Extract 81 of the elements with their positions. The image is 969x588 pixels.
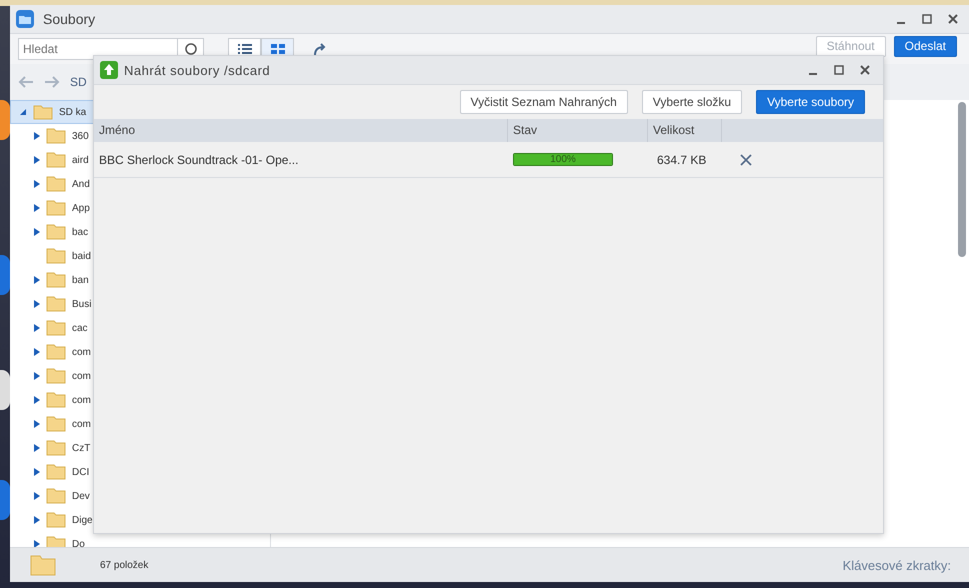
- folder-name[interactable]: 360: [72, 130, 89, 142]
- expand-arrow-icon[interactable]: [34, 204, 40, 212]
- close-icon[interactable]: [859, 64, 871, 76]
- dialog-title: Nahrát soubory /sdcard: [124, 62, 270, 78]
- search-icon: [184, 42, 198, 56]
- list-icon: [238, 44, 252, 54]
- file-size: 634.7 KB: [656, 152, 708, 166]
- progress-bar: 100%: [513, 153, 613, 166]
- expand-arrow-icon[interactable]: [34, 348, 40, 356]
- expand-arrow-icon[interactable]: [34, 516, 40, 524]
- expand-arrow-icon[interactable]: [34, 132, 40, 140]
- dialog-button[interactable]: Vyčistit Seznam Nahraných: [460, 90, 628, 114]
- folder-icon: [46, 152, 66, 168]
- folder-icon: [46, 320, 66, 336]
- folder-name[interactable]: App: [72, 202, 90, 214]
- folder-name[interactable]: Busi: [72, 298, 92, 310]
- expand-arrow-icon[interactable]: [34, 540, 40, 547]
- folder-name[interactable]: com: [72, 370, 91, 382]
- grid-icon: [270, 44, 284, 54]
- item-count: 67 položek: [100, 560, 148, 570]
- folder-icon: [46, 464, 66, 480]
- folder-icon: [46, 176, 66, 192]
- upload-icon: [100, 61, 118, 79]
- expand-arrow-icon[interactable]: [34, 420, 40, 428]
- folder-icon: [46, 512, 66, 528]
- folder-icon: [46, 344, 66, 360]
- file-name: BBC Sherlock Soundtrack -01- Ope...: [98, 152, 300, 166]
- folder-name[interactable]: CzT: [72, 442, 90, 454]
- maximize-icon[interactable]: [921, 13, 933, 25]
- expand-arrow-icon[interactable]: [34, 276, 40, 284]
- folder-name[interactable]: And: [72, 178, 90, 190]
- expand-arrow-icon[interactable]: [34, 444, 40, 452]
- folder-icon: [33, 104, 53, 120]
- window-title: Soubory: [43, 11, 96, 27]
- folder-name[interactable]: com: [72, 394, 91, 406]
- scrollbar[interactable]: [958, 102, 966, 257]
- dialog-button[interactable]: Vyberte složku: [642, 90, 742, 114]
- share-icon[interactable]: [312, 41, 328, 57]
- folder-name[interactable]: aird: [72, 154, 89, 166]
- breadcrumb[interactable]: SD: [70, 75, 87, 89]
- folder-name[interactable]: Do: [72, 538, 85, 547]
- folder-name[interactable]: Dige: [72, 514, 93, 526]
- column-header[interactable]: Stav: [508, 119, 648, 142]
- folder-icon: [46, 488, 66, 504]
- folder-icon: [46, 272, 66, 288]
- collapse-arrow-icon[interactable]: [19, 108, 27, 116]
- folder-icon: [46, 416, 66, 432]
- upload-button[interactable]: Odeslat: [894, 36, 957, 56]
- folder-name[interactable]: bac: [72, 226, 88, 238]
- expand-arrow-icon[interactable]: [34, 492, 40, 500]
- close-icon[interactable]: [947, 13, 959, 25]
- expand-arrow-icon[interactable]: [34, 180, 40, 188]
- expand-arrow-icon[interactable]: [34, 468, 40, 476]
- column-header[interactable]: Velikost: [648, 119, 722, 142]
- folder-icon: [46, 128, 66, 144]
- folder-name[interactable]: DCI: [72, 466, 90, 478]
- dialog-button[interactable]: Vyberte soubory: [756, 90, 865, 114]
- folder-icon: [30, 554, 56, 576]
- remove-icon[interactable]: [740, 154, 752, 166]
- folder-name[interactable]: Dev: [72, 490, 90, 502]
- folder-icon: [46, 440, 66, 456]
- folder-icon: [46, 296, 66, 312]
- expand-arrow-icon[interactable]: [34, 156, 40, 164]
- folder-icon: [46, 392, 66, 408]
- expand-arrow-icon[interactable]: [34, 300, 40, 308]
- expand-arrow-icon[interactable]: [34, 324, 40, 332]
- folder-name[interactable]: ban: [72, 274, 89, 286]
- column-header[interactable]: Jméno: [94, 119, 508, 142]
- folder-name[interactable]: cac: [72, 322, 88, 334]
- folder-icon: [46, 200, 66, 216]
- folder-name[interactable]: com: [72, 418, 91, 430]
- expand-arrow-icon[interactable]: [34, 228, 40, 236]
- folder-icon: [46, 368, 66, 384]
- folder-name[interactable]: baid: [72, 250, 91, 262]
- maximize-icon[interactable]: [833, 64, 845, 76]
- folder-icon: [46, 224, 66, 240]
- expand-arrow-icon[interactable]: [34, 396, 40, 404]
- folder-name[interactable]: com: [72, 346, 91, 358]
- expand-arrow-icon[interactable]: [34, 372, 40, 380]
- folder-icon: [46, 248, 66, 264]
- folder-icon: [15, 9, 35, 29]
